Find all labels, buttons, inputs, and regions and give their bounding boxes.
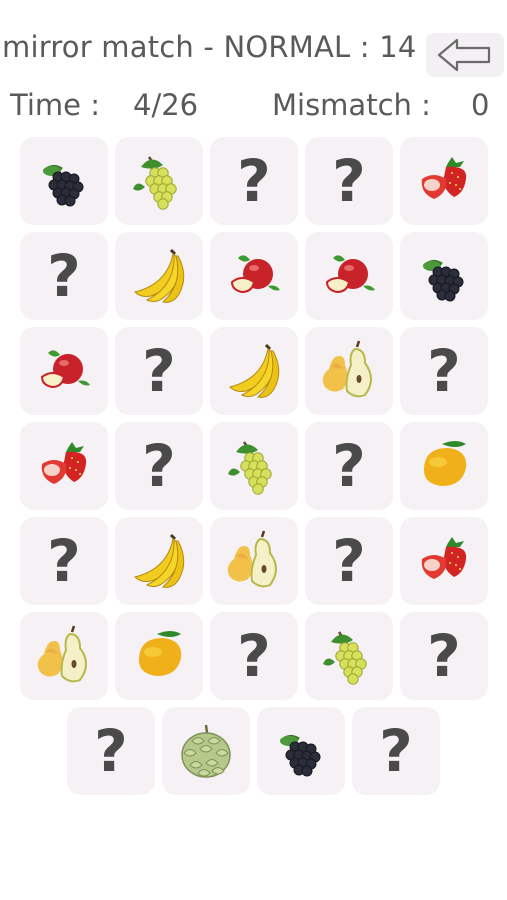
card-grapes-dark[interactable] [20,137,108,225]
apple-icon [222,244,286,308]
question-mark: ? [47,242,81,310]
strawberry-icon [412,529,476,593]
apple-icon [32,339,96,403]
grapes-dark-icon [32,149,96,213]
card-pear[interactable] [210,517,298,605]
card-custard-apple[interactable] [162,707,250,795]
question-mark: ? [379,717,413,785]
card-hidden[interactable]: ? [305,517,393,605]
card-hidden[interactable]: ? [400,327,488,415]
question-mark: ? [142,432,176,500]
card-hidden[interactable]: ? [210,137,298,225]
card-pear[interactable] [20,612,108,700]
card-mango[interactable] [400,422,488,510]
card-grapes-green[interactable] [210,422,298,510]
custard-apple-icon [174,719,238,783]
card-grapes-dark[interactable] [400,232,488,320]
card-banana[interactable] [210,327,298,415]
card-grapes-green[interactable] [115,137,203,225]
mismatch-label: Mismatch : [272,88,431,122]
banana-icon [127,244,191,308]
question-mark: ? [237,622,271,690]
mango-icon [412,434,476,498]
pear-icon [317,339,381,403]
card-strawberry[interactable] [400,517,488,605]
grapes-green-icon [127,149,191,213]
card-hidden[interactable]: ? [305,137,393,225]
mango-icon [127,624,191,688]
card-strawberry[interactable] [400,137,488,225]
card-banana[interactable] [115,517,203,605]
card-grapes-dark[interactable] [257,707,345,795]
back-button[interactable] [426,33,504,77]
time-value: 4/26 [133,88,199,122]
card-hidden[interactable]: ? [210,612,298,700]
card-hidden[interactable]: ? [67,707,155,795]
question-mark: ? [142,337,176,405]
mismatch-value: 0 [471,88,490,122]
card-hidden[interactable]: ? [305,422,393,510]
card-hidden[interactable]: ? [20,232,108,320]
pear-icon [222,529,286,593]
card-apple[interactable] [305,232,393,320]
card-hidden[interactable]: ? [115,422,203,510]
grapes-green-icon [222,434,286,498]
banana-icon [127,529,191,593]
question-mark: ? [427,337,461,405]
card-banana[interactable] [115,232,203,320]
card-strawberry[interactable] [20,422,108,510]
time-label: Time : [10,88,100,122]
grapes-dark-icon [269,719,333,783]
question-mark: ? [332,432,366,500]
card-apple[interactable] [20,327,108,415]
strawberry-icon [412,149,476,213]
card-apple[interactable] [210,232,298,320]
grapes-dark-icon [412,244,476,308]
card-hidden[interactable]: ? [20,517,108,605]
card-hidden[interactable]: ? [400,612,488,700]
banana-icon [222,339,286,403]
question-mark: ? [332,527,366,595]
page-title: mirror match - NORMAL : 14 [2,30,417,64]
question-mark: ? [332,147,366,215]
card-grapes-green[interactable] [305,612,393,700]
strawberry-icon [32,434,96,498]
card-pear[interactable] [305,327,393,415]
card-hidden[interactable]: ? [115,327,203,415]
arrow-left-icon [437,38,491,72]
question-mark: ? [427,622,461,690]
grapes-green-icon [317,624,381,688]
card-mango[interactable] [115,612,203,700]
pear-icon [32,624,96,688]
question-mark: ? [237,147,271,215]
apple-icon [317,244,381,308]
question-mark: ? [47,527,81,595]
question-mark: ? [94,717,128,785]
card-hidden[interactable]: ? [352,707,440,795]
